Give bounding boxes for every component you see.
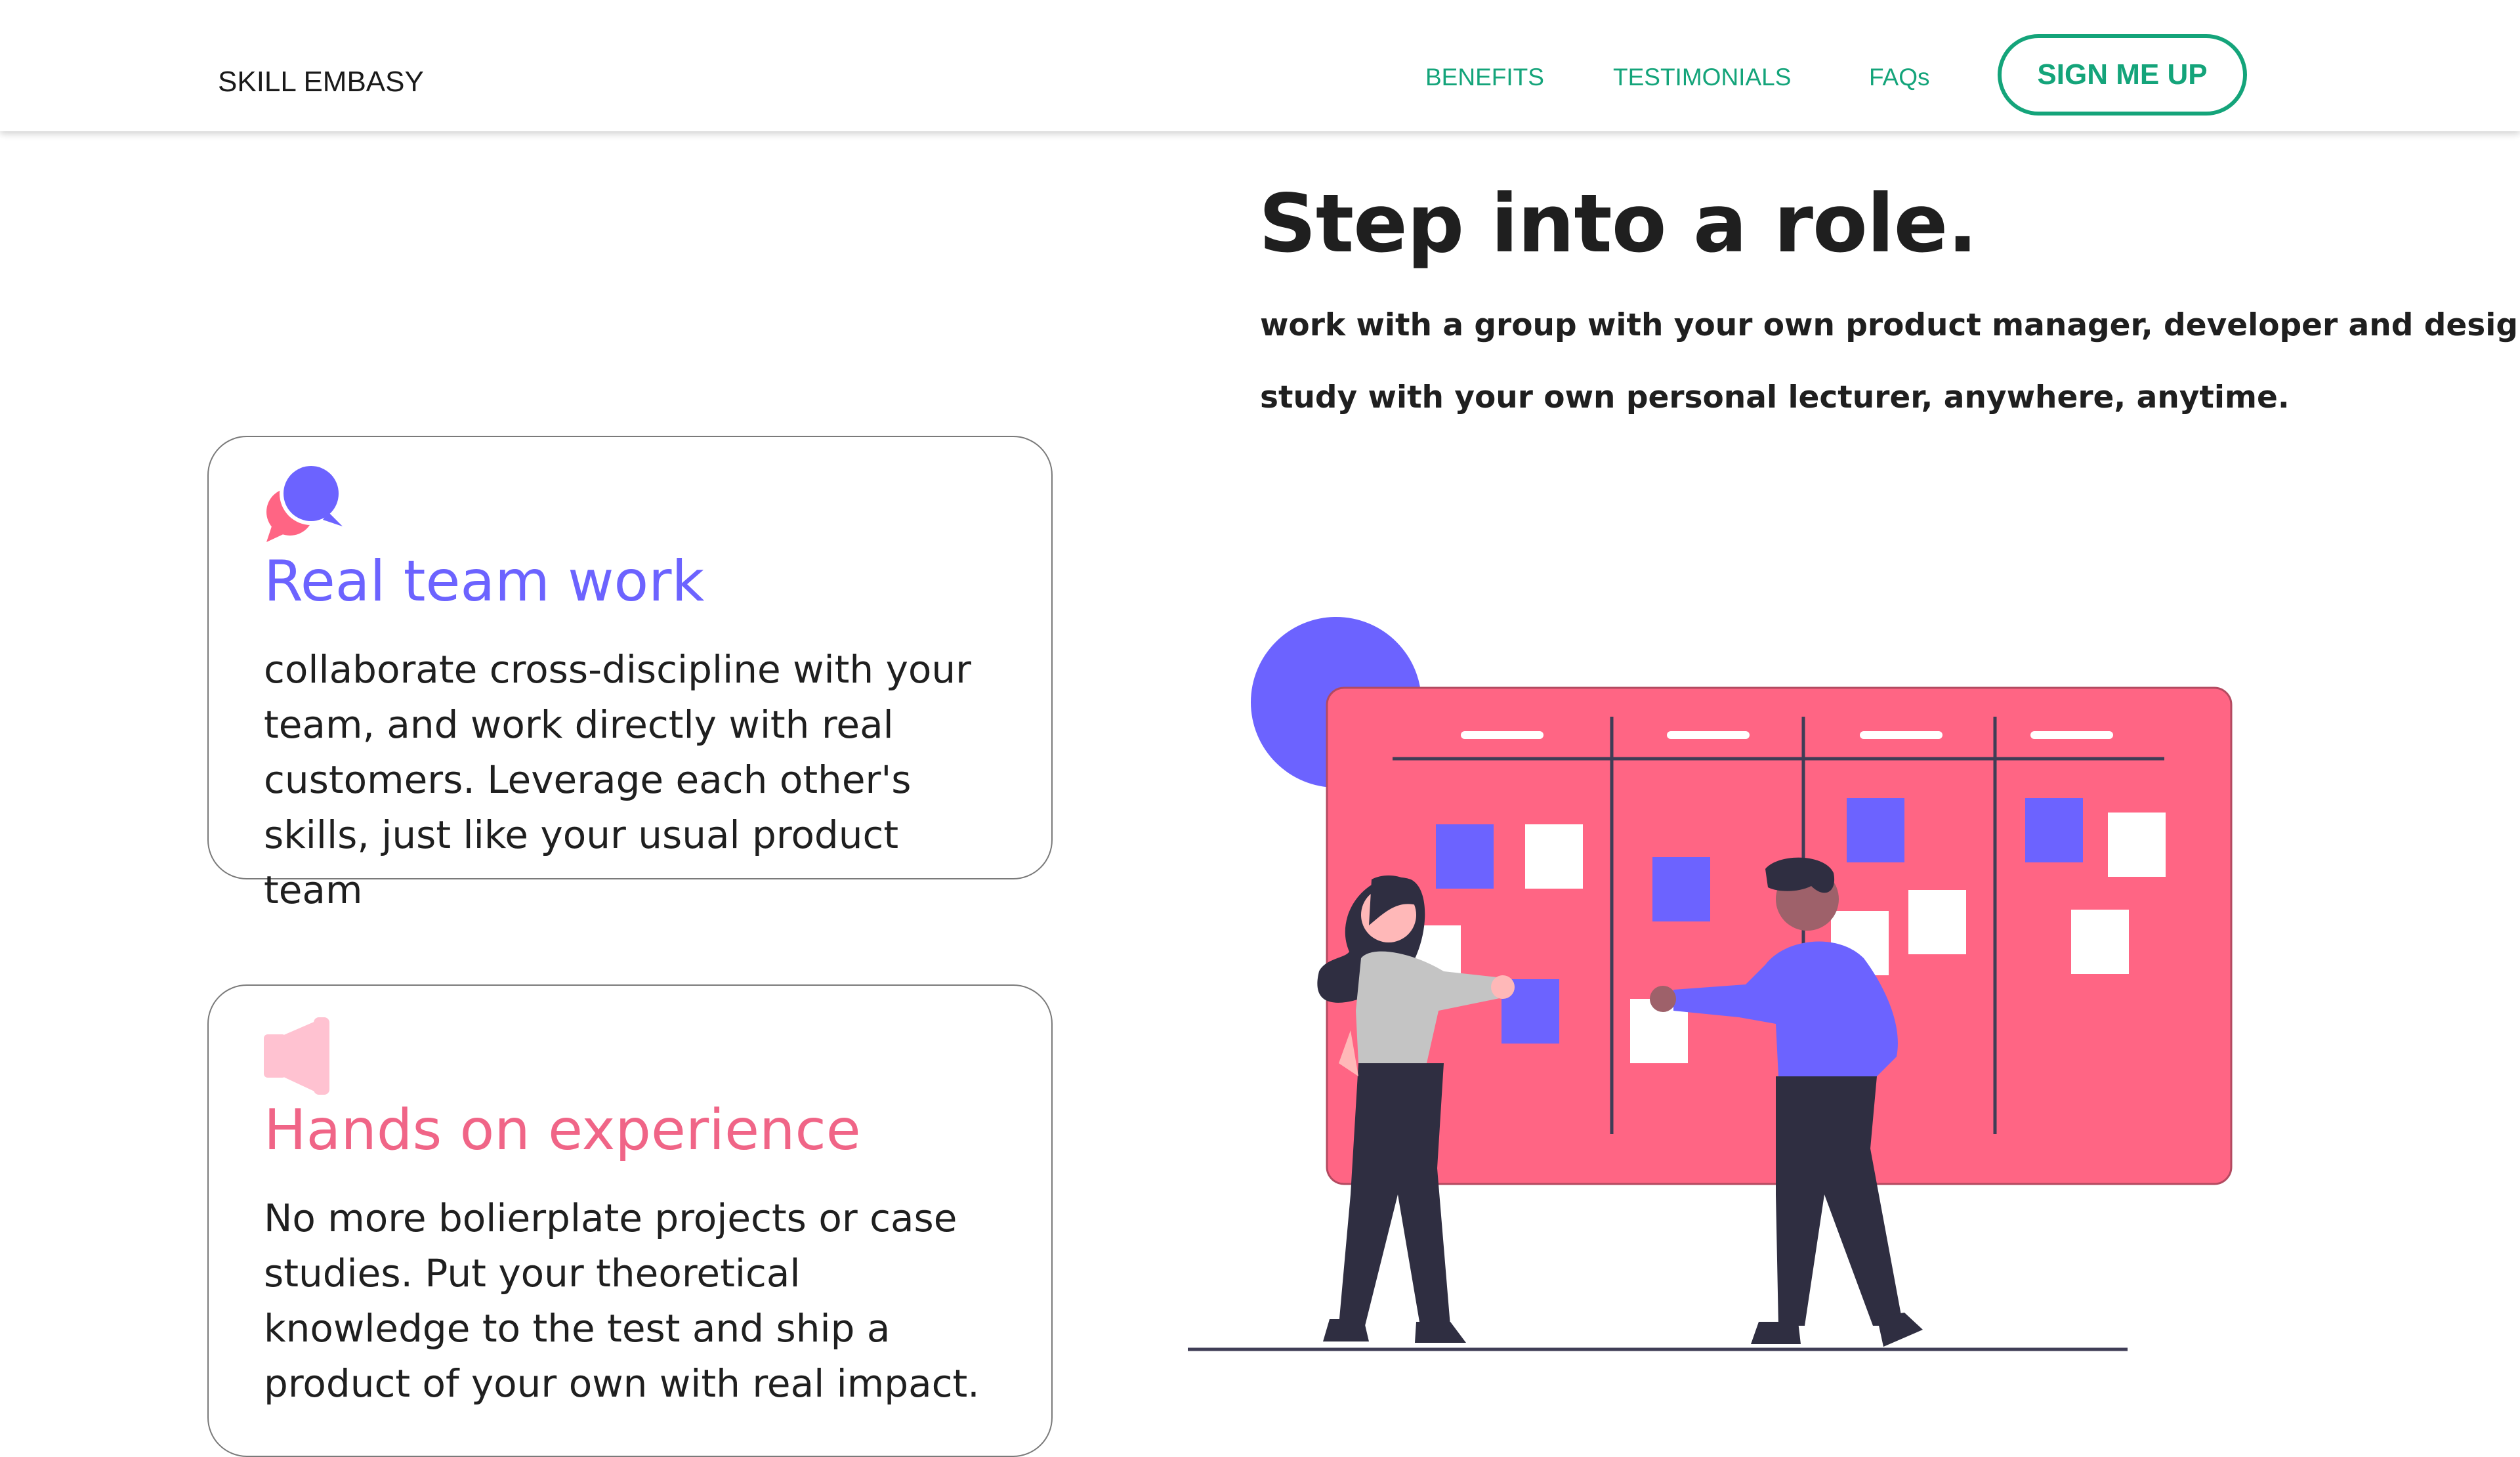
feature-card-team-work: Real team work collaborate cross-discipl… xyxy=(207,436,1053,912)
hero-title: Step into a role. xyxy=(1259,177,1978,270)
feature-card-hands-on: Hands on experience No more bolierplate … xyxy=(207,984,1053,1457)
navbar: SKILL EMBASY BENEFITS TESTIMONIALS FAQs … xyxy=(0,0,2520,131)
kanban-board-illustration xyxy=(1188,617,2233,1351)
card-text-team-work: collaborate cross-discipline with your t… xyxy=(264,647,971,912)
hero-subtitle-line-2: study with your own personal lecturer, a… xyxy=(1260,379,2290,415)
card-title-team-work: Real team work xyxy=(264,549,705,614)
chat-bubbles-icon xyxy=(266,462,343,542)
megaphone-icon xyxy=(264,1017,329,1095)
hero-subtitle-line-1: work with a group with your own product … xyxy=(1260,307,2520,343)
nav-link-testimonials[interactable]: TESTIMONIALS xyxy=(1613,64,1791,91)
nav-link-benefits[interactable]: BENEFITS xyxy=(1425,64,1544,91)
card-title-hands-on: Hands on experience xyxy=(264,1097,861,1163)
sign-me-up-button[interactable]: SIGN ME UP xyxy=(1998,34,2247,116)
card-text-hands-on: No more bolierplate projects or case stu… xyxy=(264,1196,980,1406)
nav-link-faqs[interactable]: FAQs xyxy=(1869,64,1930,91)
brand-logo[interactable]: SKILL EMBASY xyxy=(218,66,424,98)
